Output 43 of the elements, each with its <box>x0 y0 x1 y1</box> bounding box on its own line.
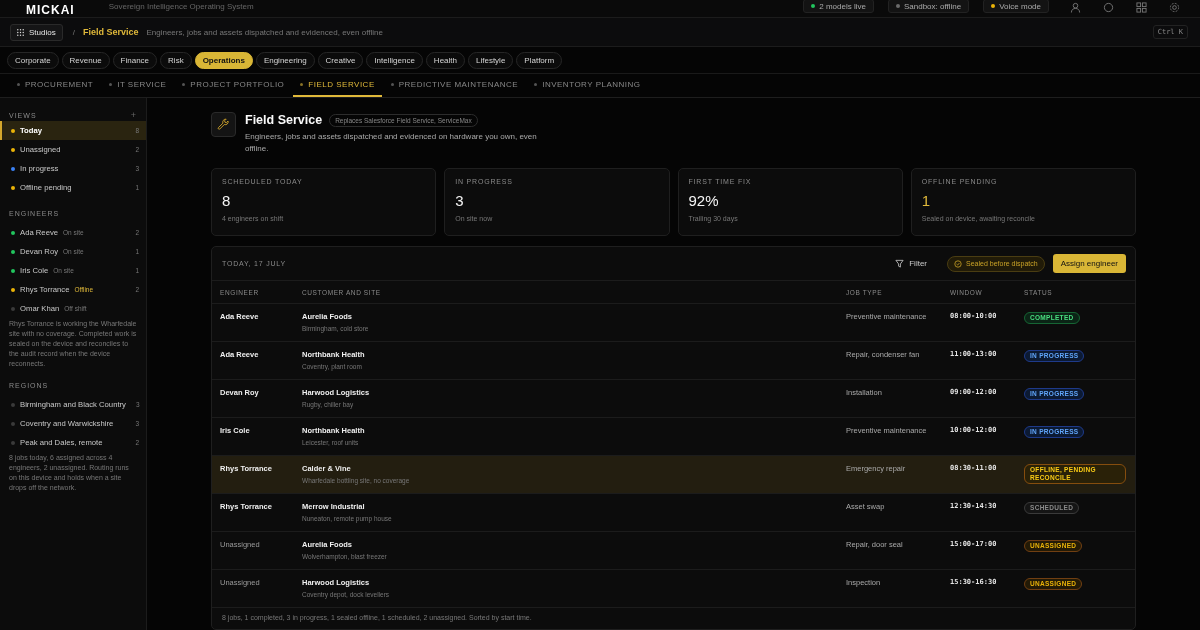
settings-icon[interactable] <box>1169 2 1180 13</box>
stat-value: 8 <box>222 192 232 209</box>
page-title: Field Service <box>245 113 323 127</box>
wrench-icon <box>211 112 236 137</box>
module-tab[interactable]: PROJECT PORTFOLIO <box>175 74 292 97</box>
breadcrumb-current[interactable]: Field Service <box>82 27 139 37</box>
studio-tab[interactable]: Health <box>425 51 465 69</box>
circle-icon[interactable] <box>1103 2 1114 13</box>
page-description: Engineers, jobs and assets dispatched and evidenced on hardware you own, even offline. <box>245 131 538 155</box>
status-pill[interactable]: Voice mode <box>983 0 1049 13</box>
stat-value: 1 <box>921 192 932 209</box>
status-pill[interactable]: Sandbox: offline <box>887 0 970 13</box>
add-view-button[interactable]: + <box>130 110 137 120</box>
stat-value: 3 <box>455 192 465 209</box>
studio-tab[interactable]: Intelligence <box>366 51 423 69</box>
studios-button[interactable]: Studios <box>10 23 63 41</box>
assign-engineer-button[interactable]: Assign engineer <box>1052 254 1126 273</box>
studio-tab[interactable]: Creative <box>317 51 364 69</box>
module-tab[interactable]: PREDICTIVE MAINTENANCE <box>383 74 526 97</box>
studio-tab[interactable]: Finance <box>112 51 158 69</box>
module-tab[interactable]: INVENTORY PLANNING <box>527 74 648 97</box>
grid-icon[interactable] <box>1136 2 1147 13</box>
tagline: Sovereign Intelligence Operating System <box>108 2 254 11</box>
status-pill[interactable]: 2 models live <box>803 0 874 13</box>
filter-icon <box>895 259 905 268</box>
studio-tab[interactable]: Revenue <box>61 51 110 69</box>
stat-value: 92% <box>688 192 720 209</box>
studio-tab[interactable]: Corporate <box>7 51 59 69</box>
filter-button[interactable]: Filter <box>889 258 933 269</box>
logo: MICKAI <box>26 4 75 16</box>
user-icon[interactable] <box>1070 2 1081 13</box>
module-tab[interactable]: PROCUREMENT <box>10 74 101 97</box>
breadcrumb-separator: / <box>72 27 75 37</box>
studio-tab[interactable]: Platform <box>516 51 563 69</box>
shield-check-icon <box>954 259 962 268</box>
studio-tab[interactable]: Engineering <box>255 51 315 69</box>
module-tab[interactable]: IT SERVICE <box>102 74 174 97</box>
grid-icon <box>17 28 24 36</box>
module-tab[interactable]: FIELD SERVICE <box>293 74 382 97</box>
studio-tab[interactable]: Risk <box>160 51 192 69</box>
studio-tab[interactable]: Lifestyle <box>468 51 514 69</box>
studio-tab[interactable]: Operations <box>194 51 253 69</box>
page-description: Engineers, jobs and assets dispatched and evidenced, even offline <box>146 27 383 37</box>
